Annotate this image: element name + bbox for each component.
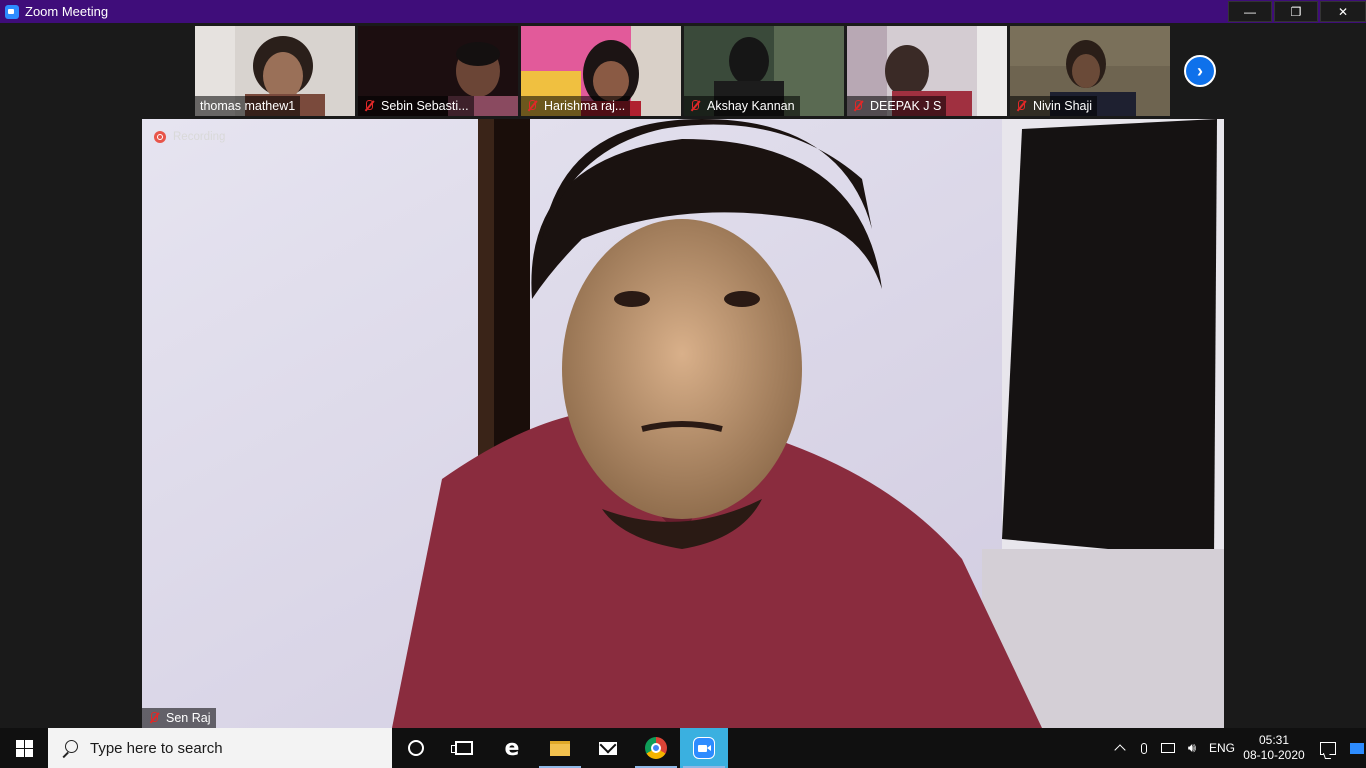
- speaker-video-feed: [142, 119, 1224, 728]
- microphone-tray-button[interactable]: [1132, 728, 1156, 768]
- mail-icon: [599, 741, 617, 755]
- network-icon: [1161, 743, 1175, 753]
- microphone-icon: [1141, 742, 1147, 754]
- window-title: Zoom Meeting: [25, 4, 109, 19]
- zoom-icon: [693, 737, 715, 759]
- participant-tile-akshay[interactable]: Akshay Kannan: [684, 26, 844, 116]
- chevron-right-icon: ›: [1197, 60, 1203, 81]
- search-icon: [62, 740, 78, 756]
- start-button[interactable]: [0, 728, 48, 768]
- speaker-name: Sen Raj: [166, 711, 211, 725]
- mic-muted-icon: [148, 712, 160, 724]
- participant-tile-deepak[interactable]: DEEPAK J S: [847, 26, 1007, 116]
- mic-muted-icon: [1015, 100, 1027, 112]
- task-view-button[interactable]: [440, 728, 488, 768]
- input-language-indicator[interactable]: ENG: [1204, 741, 1240, 755]
- windows-taskbar: Type here to search e 🔊︎ ENG 05:31 08-10…: [0, 728, 1366, 768]
- participant-name-label: Harishma raj...: [521, 96, 631, 116]
- speaker-icon: 🔊︎: [1187, 740, 1197, 755]
- participant-name-label: DEEPAK J S: [847, 96, 947, 116]
- network-tray-button[interactable]: [1156, 728, 1180, 768]
- clock-date: 08-10-2020: [1243, 748, 1305, 762]
- mail-taskbar-button[interactable]: [584, 728, 632, 768]
- system-tray: 🔊︎ ENG 05:31 08-10-2020: [1108, 728, 1366, 768]
- mic-muted-icon: [852, 100, 864, 112]
- participant-tile-nivin[interactable]: Nivin Shaji: [1010, 26, 1170, 116]
- participant-name-label: Akshay Kannan: [684, 96, 800, 116]
- windows-logo-icon: [15, 739, 33, 757]
- taskbar-clock[interactable]: 05:31 08-10-2020: [1240, 733, 1308, 763]
- participant-tile-harishma[interactable]: Harishma raj...: [521, 26, 681, 116]
- action-center-button[interactable]: [1308, 728, 1348, 768]
- show-desktop-button[interactable]: [1348, 728, 1366, 768]
- cortana-icon: [408, 740, 424, 756]
- title-bar: Zoom Meeting — ❐ ✕: [0, 0, 1366, 23]
- recording-indicator: Recording: [154, 131, 225, 143]
- gallery-next-page-button[interactable]: ›: [1184, 55, 1216, 87]
- file-explorer-taskbar-button[interactable]: [536, 728, 584, 768]
- zoom-app-icon: [5, 4, 19, 19]
- chevron-up-icon: [1114, 744, 1126, 756]
- participant-name-label: Nivin Shaji: [1010, 96, 1098, 116]
- mic-muted-icon: [689, 100, 701, 112]
- cortana-button[interactable]: [392, 728, 440, 768]
- mic-muted-icon: [526, 100, 538, 112]
- restore-button[interactable]: ❐: [1274, 1, 1318, 22]
- desktop-icon: [1350, 742, 1364, 754]
- participant-name-label: Sebin Sebasti...: [358, 96, 474, 116]
- recording-label: Recording: [173, 131, 226, 143]
- edge-taskbar-button[interactable]: e: [488, 728, 536, 768]
- active-speaker-video[interactable]: Recording Sen Raj: [142, 119, 1224, 728]
- notification-icon: [1320, 741, 1336, 755]
- taskbar-search-box[interactable]: Type here to search: [48, 728, 392, 768]
- clock-time: 05:31: [1258, 733, 1290, 747]
- participant-name: Nivin Shaji: [1033, 99, 1093, 113]
- edge-icon: e: [504, 735, 520, 761]
- chrome-taskbar-button[interactable]: [632, 728, 680, 768]
- zoom-taskbar-button[interactable]: [680, 728, 728, 768]
- task-view-icon: [451, 741, 473, 755]
- participant-name: Sebin Sebasti...: [381, 99, 469, 113]
- minimize-button[interactable]: —: [1228, 1, 1272, 22]
- show-hidden-icons-button[interactable]: [1108, 728, 1132, 768]
- participant-gallery-strip: thomas mathew1 Sebin Sebasti... Harishma…: [0, 25, 1366, 117]
- participant-name: Harishma raj...: [544, 99, 626, 113]
- participant-tile-sebin[interactable]: Sebin Sebasti...: [358, 26, 518, 116]
- chrome-icon: [645, 737, 667, 759]
- speaker-name-label: Sen Raj: [142, 708, 217, 728]
- participant-tile-thomas[interactable]: thomas mathew1: [195, 26, 355, 116]
- recording-icon: [154, 131, 166, 143]
- participant-name: DEEPAK J S: [870, 99, 942, 113]
- participant-name: thomas mathew1: [200, 99, 296, 113]
- participant-name-label: thomas mathew1: [195, 96, 301, 116]
- volume-tray-button[interactable]: 🔊︎: [1180, 728, 1204, 768]
- close-button[interactable]: ✕: [1320, 1, 1366, 22]
- participant-name: Akshay Kannan: [707, 99, 795, 113]
- search-placeholder: Type here to search: [90, 739, 223, 757]
- mic-muted-icon: [363, 100, 375, 112]
- file-explorer-icon: [550, 740, 570, 756]
